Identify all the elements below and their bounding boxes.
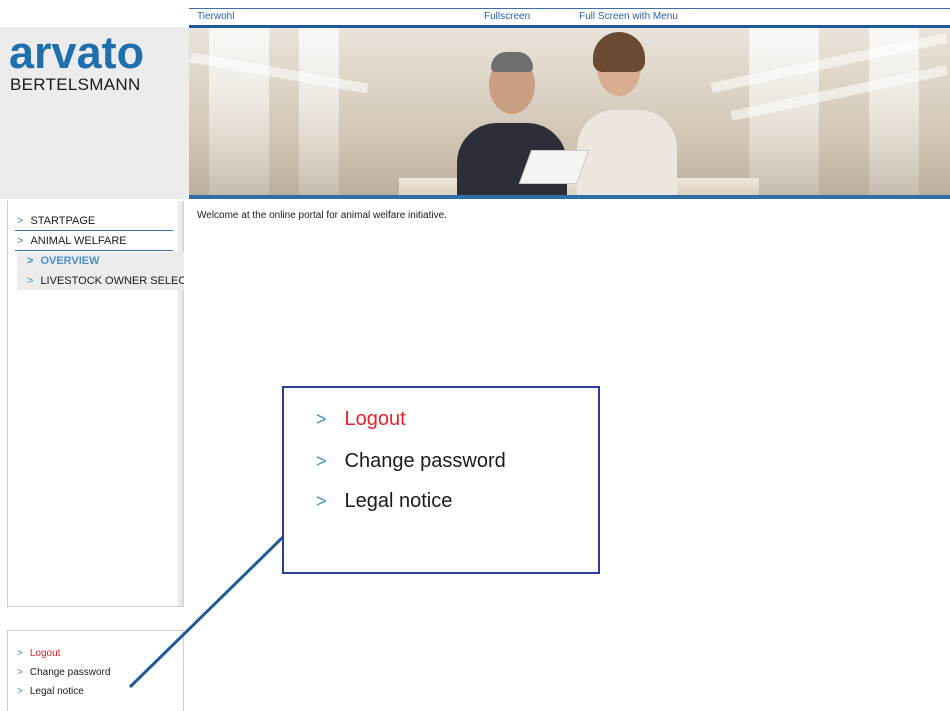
logout-label: Logout xyxy=(29,648,61,659)
logo-arvato-text: arvato xyxy=(9,27,145,78)
callout-change-password-label: Change password xyxy=(344,450,506,472)
fullscreen-with-menu-link[interactable]: Full Screen with Menu xyxy=(579,11,678,22)
fullscreen-link[interactable]: Fullscreen xyxy=(484,11,530,22)
chevron-right-icon: > xyxy=(316,491,327,511)
legal-notice-label: Legal notice xyxy=(29,686,84,697)
chevron-right-icon: > xyxy=(27,255,34,267)
tierwohl-link[interactable]: Tierwohl xyxy=(197,11,234,22)
chevron-right-icon: > xyxy=(316,409,327,429)
change-password-label: Change password xyxy=(29,667,111,678)
callout-logout-label: Logout xyxy=(344,408,406,430)
callout-logout-link[interactable]: > Logout xyxy=(316,408,406,431)
zoom-callout: > Logout > Change password > Legal notice xyxy=(282,386,600,574)
chevron-right-icon: > xyxy=(17,667,23,678)
callout-legal-notice-link[interactable]: > Legal notice xyxy=(316,490,452,513)
welcome-text: Welcome at the online portal for animal … xyxy=(197,210,447,221)
top-link-bar: Tierwohl Fullscreen Full Screen with Men… xyxy=(0,0,950,28)
sidebar-item-livestock-owner-selection[interactable]: > LIVESTOCK OWNER SELECTION xyxy=(27,275,184,287)
sidebar-item-startpage[interactable]: > STARTPAGE xyxy=(17,215,95,227)
logout-link[interactable]: > Logout xyxy=(17,648,60,659)
sidebar-item-label: STARTPAGE xyxy=(30,215,96,227)
callout-change-password-link[interactable]: > Change password xyxy=(316,450,506,473)
chevron-right-icon: > xyxy=(27,275,34,287)
chevron-right-icon: > xyxy=(17,686,23,697)
chevron-right-icon: > xyxy=(17,215,24,227)
sidebar-item-animal-welfare[interactable]: > ANIMAL WELFARE xyxy=(17,235,127,247)
chevron-right-icon: > xyxy=(17,235,24,247)
chevron-right-icon: > xyxy=(17,648,23,659)
header-banner-image xyxy=(189,28,950,199)
logo: arvato BERTELSMANN xyxy=(0,27,189,199)
top-divider xyxy=(189,8,950,9)
change-password-link[interactable]: > Change password xyxy=(17,667,110,678)
callout-legal-notice-label: Legal notice xyxy=(344,490,453,512)
divider xyxy=(15,230,173,231)
sidebar-item-label: LIVESTOCK OWNER SELECTION xyxy=(40,275,184,287)
sidebar-nav: > STARTPAGE > ANIMAL WELFARE > OVERVIEW > LI… xyxy=(7,201,184,607)
legal-notice-link[interactable]: > Legal notice xyxy=(17,686,84,697)
logo-bertelsmann-text: BERTELSMANN xyxy=(10,75,141,94)
chevron-right-icon: > xyxy=(316,451,327,471)
sidebar-item-label: ANIMAL WELFARE xyxy=(30,235,127,247)
sidebar-item-overview[interactable]: > OVERVIEW xyxy=(27,255,100,267)
sidebar-item-label: OVERVIEW xyxy=(40,255,100,267)
account-nav: > Logout > Change password > Legal notice xyxy=(7,630,184,711)
divider xyxy=(15,250,173,251)
